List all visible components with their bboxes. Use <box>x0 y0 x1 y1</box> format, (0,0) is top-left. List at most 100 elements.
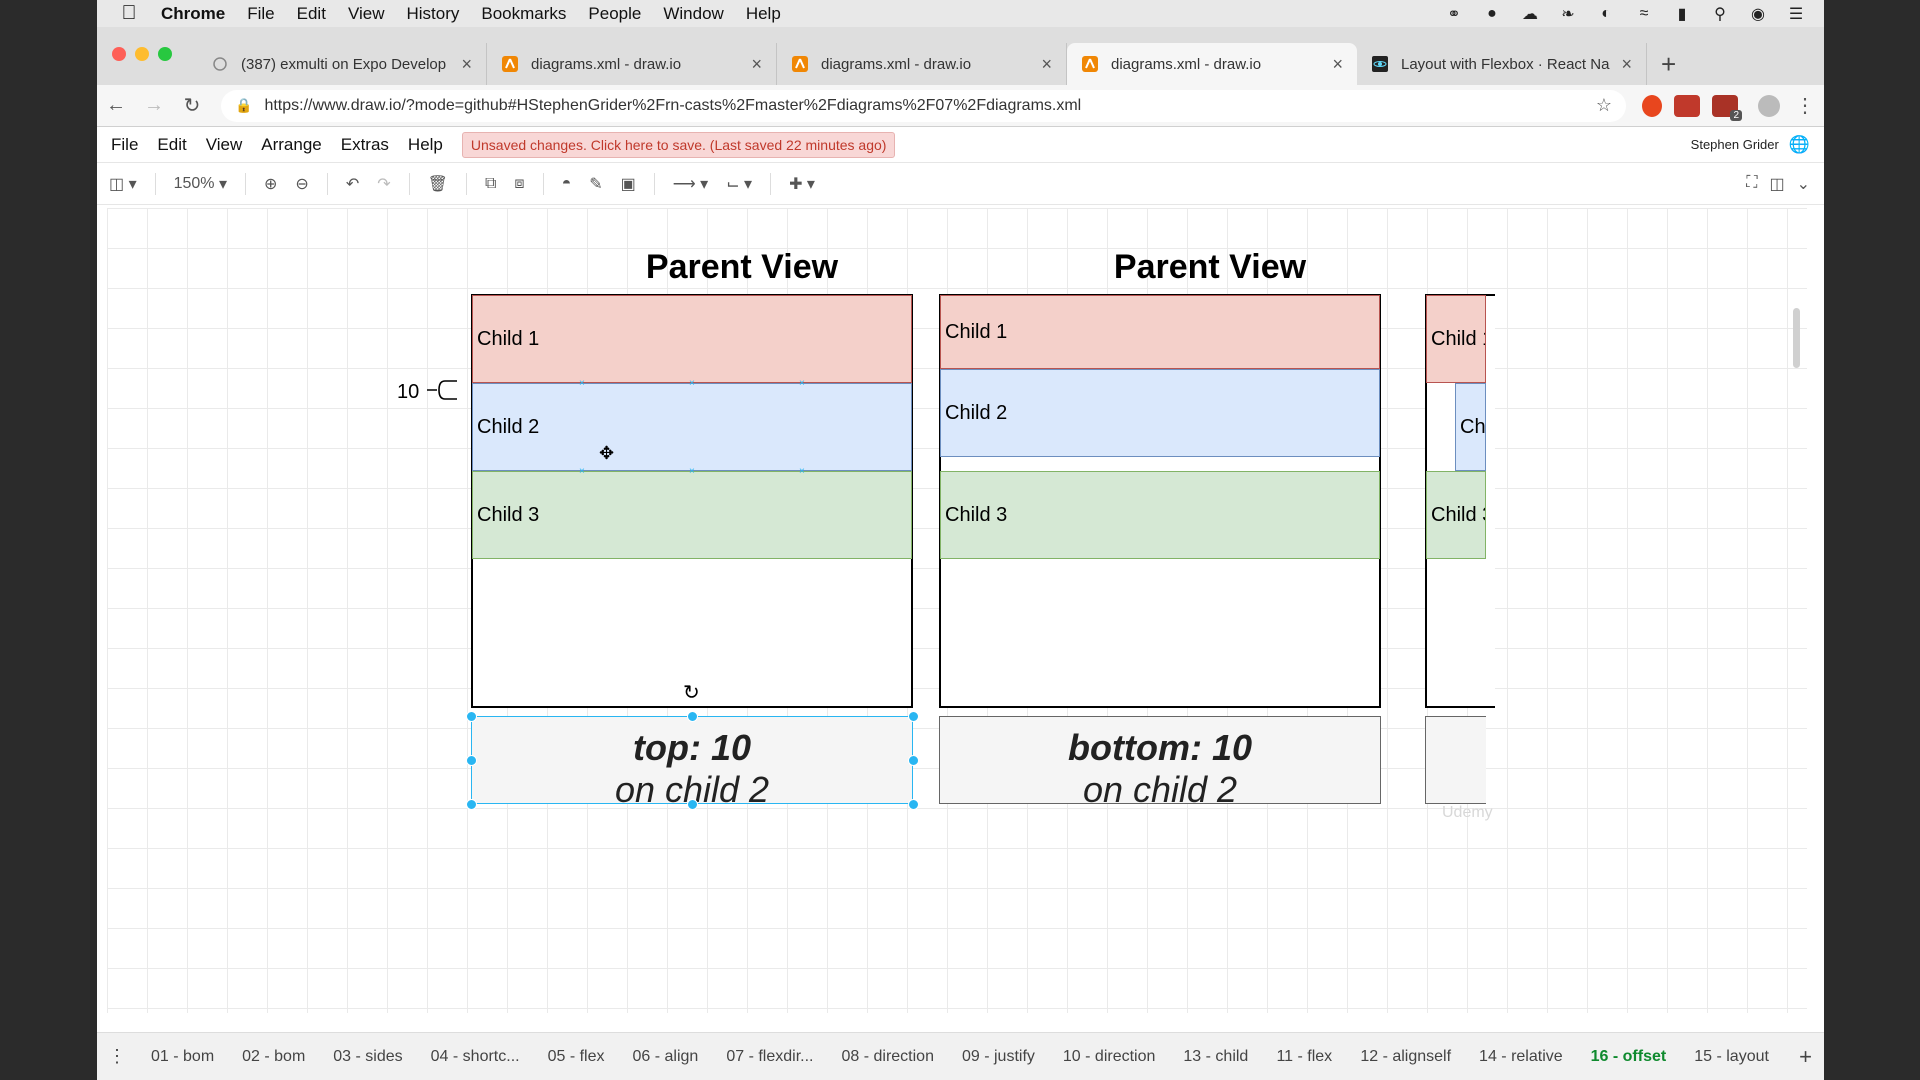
page-tab[interactable]: 13 - child <box>1169 1048 1262 1066</box>
menu-help[interactable]: Help <box>746 4 781 24</box>
redo-icon[interactable]: ↷ <box>377 174 390 194</box>
menu-window[interactable]: Window <box>663 4 723 24</box>
connection-point-icon[interactable]: × <box>579 378 585 389</box>
page-tab[interactable]: 14 - relative <box>1465 1048 1577 1066</box>
menu-bookmarks[interactable]: Bookmarks <box>481 4 566 24</box>
page-tab[interactable]: 07 - flexdir... <box>712 1048 827 1066</box>
ext-red-icon[interactable] <box>1674 94 1700 117</box>
left-parent-heading[interactable]: Parent View <box>471 248 1013 287</box>
drawio-menu-view[interactable]: View <box>206 135 243 155</box>
menu-file[interactable]: File <box>247 4 274 24</box>
tab-drawio-2[interactable]: diagrams.xml - draw.io × <box>777 43 1067 85</box>
menu-view[interactable]: View <box>348 4 385 24</box>
delete-icon[interactable]: 🗑 <box>428 174 448 194</box>
drawio-menu-file[interactable]: File <box>111 135 138 155</box>
close-window-button[interactable] <box>112 47 126 61</box>
to-back-icon[interactable]: ⧈ <box>514 175 524 193</box>
resize-handle[interactable] <box>687 799 698 810</box>
page-tab[interactable]: 06 - align <box>619 1048 713 1066</box>
url-field[interactable]: 🔒 https://www.draw.io/?mode=github#HStep… <box>221 89 1626 122</box>
right-child-2[interactable]: Child 2 <box>940 369 1380 457</box>
forward-icon[interactable]: → <box>135 94 173 117</box>
close-tab-icon[interactable]: × <box>461 54 472 75</box>
resize-handle[interactable] <box>908 799 919 810</box>
apple-icon[interactable]:  <box>117 2 141 26</box>
pages-menu-icon[interactable]: ⋮ <box>97 1046 137 1067</box>
menu-app-chrome[interactable]: Chrome <box>161 4 225 24</box>
connection-icon[interactable]: ⟶ ▾ <box>673 174 708 194</box>
page-tab[interactable]: 12 - alignself <box>1346 1048 1465 1066</box>
connection-point-icon[interactable]: × <box>799 378 805 389</box>
wifi-icon[interactable]: ≈ <box>1634 5 1654 23</box>
left-note-box[interactable]: top: 10 on child 2 <box>471 716 913 810</box>
panel-toggle-icon[interactable]: ◫ <box>1769 174 1784 194</box>
diagram-canvas[interactable]: Parent View Child 1 Child 2 Child 3 × × … <box>107 208 1807 1013</box>
tab-drawio-active[interactable]: diagrams.xml - draw.io × <box>1067 43 1357 85</box>
format-panel-icon[interactable]: ◫ ▾ <box>109 174 137 194</box>
waypoints-icon[interactable]: ⌙ ▾ <box>726 174 752 194</box>
globe-icon[interactable]: 🌐 <box>1789 135 1810 155</box>
zoom-in-icon[interactable]: ⊕ <box>264 174 277 194</box>
siri-icon[interactable]: ◉ <box>1748 5 1768 23</box>
page-tab[interactable]: 02 - bom <box>228 1048 319 1066</box>
right-child-1[interactable]: Child 1 <box>940 295 1380 369</box>
resize-handle[interactable] <box>466 755 477 766</box>
add-page-icon[interactable]: + <box>1799 1044 1812 1070</box>
tab-expo[interactable]: (387) exmulti on Expo Develop × <box>197 43 487 85</box>
close-tab-icon[interactable]: × <box>1332 54 1343 75</box>
bracket-icon[interactable] <box>427 378 459 402</box>
opera-ext-icon[interactable] <box>1642 94 1662 117</box>
reload-icon[interactable]: ↻ <box>173 93 211 118</box>
drawio-menu-extras[interactable]: Extras <box>341 135 389 155</box>
tab-drawio-1[interactable]: diagrams.xml - draw.io × <box>487 43 777 85</box>
battery-icon[interactable]: ▮ <box>1672 5 1692 23</box>
unsaved-changes-button[interactable]: Unsaved changes. Click here to save. (La… <box>461 131 896 158</box>
left-child-2[interactable]: Child 2 <box>472 383 912 471</box>
resize-handle[interactable] <box>466 711 477 722</box>
page-tab-active[interactable]: 16 - offset <box>1577 1048 1681 1066</box>
vpn-icon[interactable]: ◐ <box>1596 5 1616 23</box>
insert-icon[interactable]: ✚ ▾ <box>789 174 815 194</box>
page-tab[interactable]: 10 - direction <box>1049 1048 1170 1066</box>
list-icon[interactable]: ☰ <box>1786 5 1806 23</box>
leaf-icon[interactable]: ❧ <box>1558 5 1578 23</box>
tab-react-native[interactable]: Layout with Flexbox · React Na × <box>1357 43 1647 85</box>
profile-avatar[interactable] <box>1758 94 1780 117</box>
glasses-icon[interactable]: ⚭ <box>1444 5 1464 23</box>
close-tab-icon[interactable]: × <box>1041 54 1052 75</box>
page-tab[interactable]: 09 - justify <box>948 1048 1049 1066</box>
user-name[interactable]: Stephen Grider <box>1691 137 1779 152</box>
page-tab[interactable]: 04 - shortc... <box>417 1048 534 1066</box>
connection-point-icon[interactable]: × <box>689 466 695 477</box>
left-child-1[interactable]: Child 1 <box>472 295 912 383</box>
vertical-scrollbar[interactable] <box>1793 308 1800 368</box>
minimize-window-button[interactable] <box>135 47 149 61</box>
connection-point-icon[interactable]: × <box>689 378 695 389</box>
bookmark-star-icon[interactable]: ☆ <box>1596 95 1612 116</box>
drawio-menu-arrange[interactable]: Arrange <box>261 135 321 155</box>
menu-people[interactable]: People <box>588 4 641 24</box>
chrome-menu-icon[interactable]: ⋮ <box>1786 93 1824 118</box>
resize-handle[interactable] <box>908 755 919 766</box>
page-tab[interactable]: 11 - flex <box>1262 1048 1346 1066</box>
line-color-icon[interactable]: ✎ <box>589 174 602 194</box>
maximize-window-button[interactable] <box>158 47 172 61</box>
page-tab[interactable]: 03 - sides <box>319 1048 416 1066</box>
partial-note-box[interactable] <box>1425 716 1486 804</box>
connection-point-icon[interactable]: × <box>579 466 585 477</box>
resize-handle[interactable] <box>908 711 919 722</box>
menu-history[interactable]: History <box>406 4 459 24</box>
left-child-3[interactable]: Child 3 <box>472 471 912 559</box>
right-note-box[interactable]: bottom: 10 on child 2 <box>939 716 1381 810</box>
page-tab[interactable]: 01 - bom <box>137 1048 228 1066</box>
right-parent-heading[interactable]: Parent View <box>939 248 1481 287</box>
rotate-handle-icon[interactable]: ↻ <box>683 680 700 705</box>
zoom-select[interactable]: 150% ▾ <box>174 174 227 194</box>
drawio-menu-help[interactable]: Help <box>408 135 443 155</box>
resize-handle[interactable] <box>466 799 477 810</box>
connection-point-icon[interactable]: × <box>799 466 805 477</box>
partial-child-3[interactable]: Child 3 <box>1426 471 1486 559</box>
ext-badge-icon[interactable]: 2 <box>1712 94 1742 121</box>
new-tab-button[interactable]: + <box>1661 43 1676 85</box>
zoom-out-icon[interactable]: ⊖ <box>295 174 308 194</box>
